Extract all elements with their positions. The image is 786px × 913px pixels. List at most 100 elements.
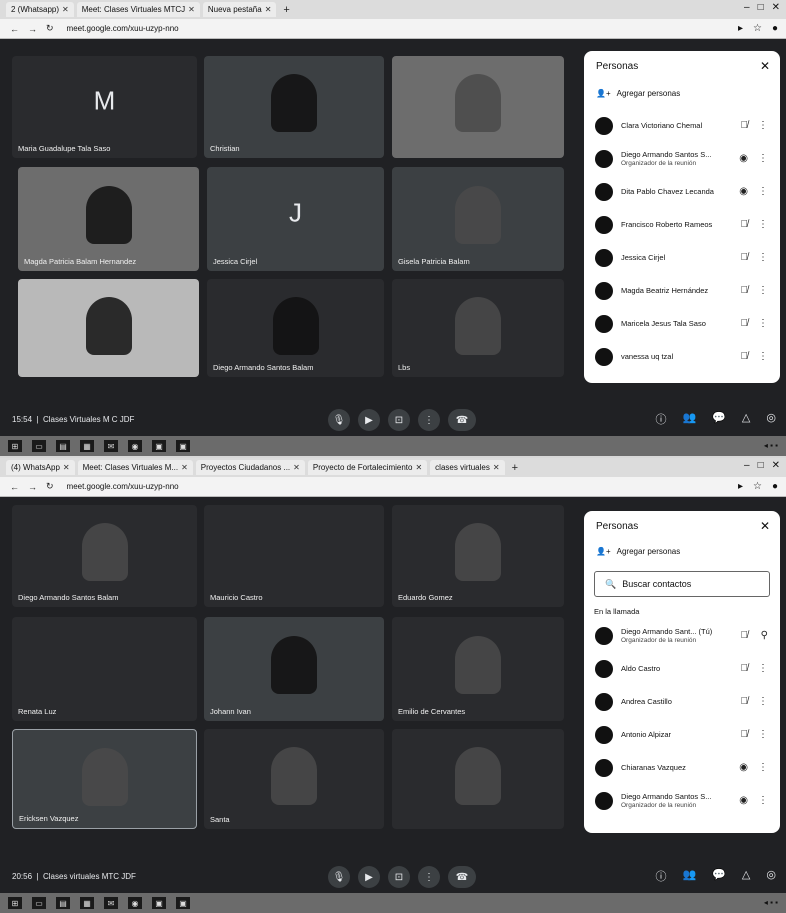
participant-row[interactable]: Maricela Jesus Tala Saso 🎙̸ ⋮ (584, 307, 780, 340)
more-vertical-icon[interactable]: ⋮ (758, 351, 768, 362)
tab-whatsapp[interactable]: 2 (Whatsapp) ✕ (6, 2, 74, 17)
more-vertical-icon[interactable]: ⋮ (758, 729, 768, 740)
participant-row[interactable]: Diego Armando Santos S... Organizador de … (584, 142, 780, 175)
mic-off-icon[interactable]: 🎙̸ (741, 120, 749, 131)
camera-icon[interactable]: ▸ (738, 481, 743, 492)
maximize-icon[interactable]: □ (758, 2, 764, 13)
video-tile[interactable] (392, 56, 564, 158)
participant-row[interactable]: Magda Beatriz Hernández 🎙̸ ⋮ (584, 274, 780, 307)
video-tile[interactable]: Johann Ivan (204, 617, 384, 721)
camera-icon[interactable]: ▸ (738, 23, 743, 34)
tab-new[interactable]: Nueva pestaña ✕ (202, 2, 277, 17)
lock-icon[interactable]: ◎ (766, 868, 776, 884)
more-vertical-icon[interactable]: ⋮ (758, 252, 768, 263)
back-icon[interactable]: ← (10, 482, 19, 492)
close-panel-button[interactable]: ✕ (760, 59, 770, 73)
chat-icon[interactable]: 💬 (712, 868, 726, 884)
profile-icon[interactable]: ● (772, 23, 778, 34)
info-icon[interactable]: ⓘ (656, 868, 667, 884)
mic-on-icon[interactable]: ◉ (739, 795, 748, 806)
mic-off-icon[interactable]: 🎙̸ (741, 696, 749, 707)
more-vertical-icon[interactable]: ⋮ (758, 663, 768, 674)
video-tile[interactable]: Renata Luz (12, 617, 197, 721)
reload-icon[interactable]: ↻ (46, 481, 54, 492)
participant-row[interactable]: Chiaranas Vazquez ◉ ⋮ (584, 751, 780, 784)
add-people-button[interactable]: 👤+ Agregar personas (596, 547, 680, 556)
close-window-icon[interactable]: ✕ (772, 460, 780, 471)
app-icon[interactable]: ▣ (152, 897, 166, 909)
video-tile[interactable]: Gisela Patricia Balam (392, 167, 564, 271)
video-tile[interactable] (18, 279, 199, 377)
forward-icon[interactable]: → (28, 24, 37, 34)
video-tile[interactable]: Mauricio Castro (204, 505, 384, 607)
mic-on-icon[interactable]: ◉ (739, 762, 748, 773)
mic-on-icon[interactable]: ◉ (739, 153, 748, 164)
participant-row[interactable]: Dita Pablo Chavez Lecanda ◉ ⋮ (584, 175, 780, 208)
leave-call-button[interactable]: ☎ (448, 866, 476, 888)
mic-off-icon[interactable]: 🎙̸ (741, 663, 749, 674)
taskview-icon[interactable]: ▭ (32, 440, 46, 452)
new-tab-icon[interactable]: + (283, 4, 289, 16)
participant-row[interactable]: Jessica Cirjel 🎙̸ ⋮ (584, 241, 780, 274)
add-people-button[interactable]: 👤+ Agregar personas (596, 89, 680, 98)
chrome-icon[interactable]: ◉ (128, 897, 142, 909)
participant-row[interactable]: Andrea Castillo 🎙̸ ⋮ (584, 685, 780, 718)
present-button[interactable]: ⊡ (388, 866, 410, 888)
video-tile[interactable]: M Maria Guadalupe Tala Saso (12, 56, 197, 158)
mic-off-icon[interactable]: 🎙̸ (741, 630, 749, 641)
star-icon[interactable]: ☆ (753, 481, 762, 492)
video-tile[interactable]: J Jessica Cirjel (207, 167, 384, 271)
close-panel-button[interactable]: ✕ (760, 519, 770, 533)
info-icon[interactable]: ⓘ (656, 411, 667, 427)
video-tile[interactable]: Ericksen Vazquez (12, 729, 197, 829)
close-window-icon[interactable]: ✕ (772, 2, 780, 13)
mic-button[interactable]: 🎙 (328, 409, 350, 431)
more-vertical-icon[interactable]: ⋮ (758, 120, 768, 131)
mic-off-icon[interactable]: 🎙̸ (741, 219, 749, 230)
more-vertical-icon[interactable]: ⋮ (758, 186, 768, 197)
more-vertical-icon[interactable]: ⋮ (758, 762, 768, 773)
back-icon[interactable]: ← (10, 24, 19, 34)
participant-row[interactable]: Clara Victoriano Chemal 🎙̸ ⋮ (584, 109, 780, 142)
start-icon[interactable]: ⊞ (8, 897, 22, 909)
more-vertical-icon[interactable]: ⋮ (758, 153, 768, 164)
mic-button[interactable]: 🎙 (328, 866, 350, 888)
reload-icon[interactable]: ↻ (46, 23, 54, 34)
video-tile[interactable] (392, 729, 564, 829)
tab-meet[interactable]: Meet: Clases Virtuales MTCJ ✕ (76, 2, 200, 17)
close-icon[interactable]: ✕ (62, 5, 69, 14)
video-tile[interactable]: Emilio de Cervantes (392, 617, 564, 721)
more-options-button[interactable]: ⋮ (418, 866, 440, 888)
participant-row[interactable]: Aldo Castro 🎙̸ ⋮ (584, 652, 780, 685)
url-field[interactable]: meet.google.com/xuu-uzyp-nno (67, 24, 179, 33)
mic-off-icon[interactable]: 🎙̸ (741, 318, 749, 329)
search-contacts-input[interactable]: 🔍 Buscar contactos (594, 571, 770, 597)
mic-on-icon[interactable]: ◉ (739, 186, 748, 197)
explorer-icon[interactable]: ▤ (56, 440, 70, 452)
video-tile[interactable]: Eduardo Gomez (392, 505, 564, 607)
new-tab-icon[interactable]: + (512, 462, 518, 474)
more-vertical-icon[interactable]: ⋮ (758, 795, 768, 806)
more-vertical-icon[interactable]: ⋮ (758, 219, 768, 230)
close-icon[interactable]: ✕ (493, 463, 500, 472)
maximize-icon[interactable]: □ (758, 460, 764, 471)
start-icon[interactable]: ⊞ (8, 440, 22, 452)
minimize-icon[interactable]: – (744, 2, 750, 13)
mic-off-icon[interactable]: 🎙̸ (741, 351, 749, 362)
app-icon[interactable]: ▣ (176, 897, 190, 909)
more-vertical-icon[interactable]: ⋮ (758, 285, 768, 296)
profile-icon[interactable]: ● (772, 481, 778, 492)
camera-button[interactable]: ▶ (358, 409, 380, 431)
close-icon[interactable]: ✕ (293, 463, 300, 472)
tab-clases[interactable]: clases virtuales ✕ (430, 460, 505, 475)
activities-icon[interactable]: △ (742, 868, 750, 884)
activities-icon[interactable]: △ (742, 411, 750, 427)
mic-off-icon[interactable]: 🎙̸ (741, 252, 749, 263)
more-vertical-icon[interactable]: ⋮ (758, 696, 768, 707)
star-icon[interactable]: ☆ (753, 23, 762, 34)
participant-row[interactable]: Antonio Alpizar 🎙̸ ⋮ (584, 718, 780, 751)
video-tile[interactable]: Santa (204, 729, 384, 829)
video-tile[interactable]: Christian (204, 56, 384, 158)
people-icon[interactable]: 👥 (683, 868, 697, 884)
close-icon[interactable]: ✕ (63, 463, 70, 472)
